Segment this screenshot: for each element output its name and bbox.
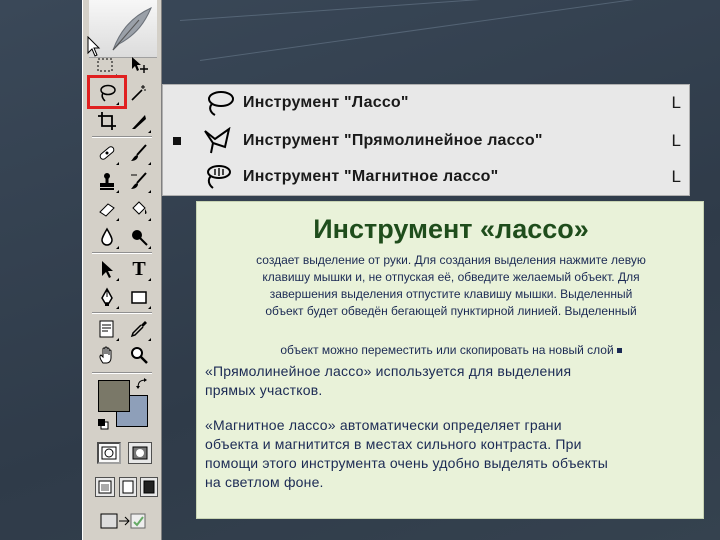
path-selection-tool[interactable] [94,256,120,282]
quick-mask-mode-button[interactable] [128,442,152,464]
move-tool[interactable] [126,52,152,78]
toolbox-separator [92,372,152,374]
dodge-tool-icon [132,230,148,246]
blur-tool[interactable] [94,224,120,250]
standard-mode-icon [101,446,117,460]
polygonal-lasso-paragraph: «Прямолинейное лассо» используется для в… [205,362,691,400]
screen-mode-menubar-icon [122,480,134,494]
history-brush-tool-icon [131,172,147,189]
type-tool-icon: T [132,257,146,280]
type-tool[interactable]: T [126,256,152,282]
screen-mode-standard-icon [98,480,112,494]
intro-paragraph: создает выделение от руки. Для создания … [203,252,699,320]
magnetic-line: «Магнитное лассо» автоматически определя… [205,417,562,433]
intro-line: завершения выделения отпустите клавишу м… [269,287,633,301]
intro-line: клавишу мышки и, не отпуская её, обведит… [262,270,640,284]
brush-tool[interactable] [126,140,152,166]
pen-tool[interactable] [94,284,120,310]
path-selection-tool-icon [102,261,113,278]
eyedropper-tool-icon [130,321,147,338]
flyout-item-polygonal-lasso[interactable]: Инструмент "Прямолинейное лассо" L [163,123,691,159]
magnetic-line: на светлом фоне. [205,474,324,490]
background-decoration-line [199,0,720,61]
flyout-item-label: Инструмент "Прямолинейное лассо" [243,132,543,149]
screen-mode-full-button[interactable] [140,477,158,497]
lasso-tool-highlight [87,75,127,109]
foreground-color-swatch[interactable] [98,380,130,412]
screen-mode-menubar-button[interactable] [119,477,137,497]
feather-logo-icon [112,7,152,51]
flyout-item-label: Инструмент "Магнитное лассо" [243,168,499,185]
imageready-icon [100,513,146,529]
swap-colors-icon[interactable] [136,378,148,390]
healing-brush-tool-icon [99,146,115,160]
screen-mode-full-icon [143,480,155,494]
description-panel: Инструмент «лассо» создает выделение от … [196,201,704,519]
crop-tool[interactable] [94,108,120,134]
flyout-item-shortcut: L [671,93,681,112]
magic-wand-tool[interactable] [126,80,152,106]
magic-wand-tool-icon [131,85,146,101]
quick-mask-icon [132,446,148,460]
lasso-icon [208,91,234,116]
paint-bucket-tool[interactable] [126,196,152,222]
polygonal-line: «Прямолинейное лассо» используется для в… [205,363,572,379]
default-colors-icon[interactable] [97,418,109,430]
jump-to-imageready-button[interactable] [96,508,150,534]
eraser-tool[interactable] [94,196,120,222]
clone-stamp-tool[interactable] [94,168,120,194]
notes-tool-icon [99,320,114,338]
crop-tool-icon [98,112,116,130]
rectangle-tool[interactable] [126,284,152,310]
dodge-tool[interactable] [126,224,152,250]
toolbox-separator [92,252,152,254]
intro-tail-line: объект можно переместить или скопировать… [203,342,699,359]
notes-tool[interactable] [94,316,120,342]
move-tool-icon [132,57,148,73]
screen-mode-standard-button[interactable] [95,477,115,497]
background-decoration-line [179,0,720,21]
marquee-tool-icon [97,58,113,72]
paint-bucket-tool-icon [132,201,147,215]
polygonal-lasso-icon [204,127,231,154]
flyout-item-shortcut: L [671,167,681,186]
rectangle-tool-icon [131,291,147,304]
panel-title: Инструмент «лассо» [313,214,589,244]
slice-tool[interactable] [126,108,152,134]
blur-tool-icon [101,227,113,246]
healing-brush-tool[interactable] [94,140,120,166]
magnetic-lasso-icon [207,165,231,189]
history-brush-tool[interactable] [126,168,152,194]
flyout-item-magnetic-lasso[interactable]: Инструмент "Магнитное лассо" L [163,159,691,195]
slice-tool-icon [132,115,146,129]
toolbox-separator [92,312,152,314]
selected-item-bullet [173,137,181,145]
standard-mode-button[interactable] [97,442,121,464]
intro-line: объект будет обведён бегающей пунктирной… [265,304,637,318]
flyout-item-label: Инструмент "Лассо" [243,94,409,111]
clone-stamp-tool-icon [100,173,114,190]
hand-tool[interactable] [94,342,120,368]
intro-line: создает выделение от руки. Для создания … [256,253,646,267]
pen-tool-icon [101,287,113,306]
toolbox-separator [92,136,152,138]
zoom-tool-icon [131,347,148,364]
flyout-item-shortcut: L [671,131,681,150]
eyedropper-tool[interactable] [126,316,152,342]
square-bullet [616,348,622,354]
hand-tool-icon [99,346,112,364]
magnetic-line: помощи этого инструмента очень удобно вы… [205,455,609,471]
zoom-tool[interactable] [126,342,152,368]
polygonal-line: прямых участков. [205,382,323,398]
eraser-tool-icon [99,203,115,217]
magnetic-lasso-paragraph: «Магнитное лассо» автоматически определя… [205,416,691,492]
flyout-item-lasso[interactable]: Инструмент "Лассо" L [163,85,691,121]
magnetic-line: объекта и магнитится в местах сильного к… [205,436,582,452]
brush-tool-icon [131,144,147,161]
lasso-tools-flyout-menu: Инструмент "Лассо" L Инструмент "Прямоли… [162,84,690,196]
intro-tail-text: объект можно переместить или скопировать… [280,343,614,357]
